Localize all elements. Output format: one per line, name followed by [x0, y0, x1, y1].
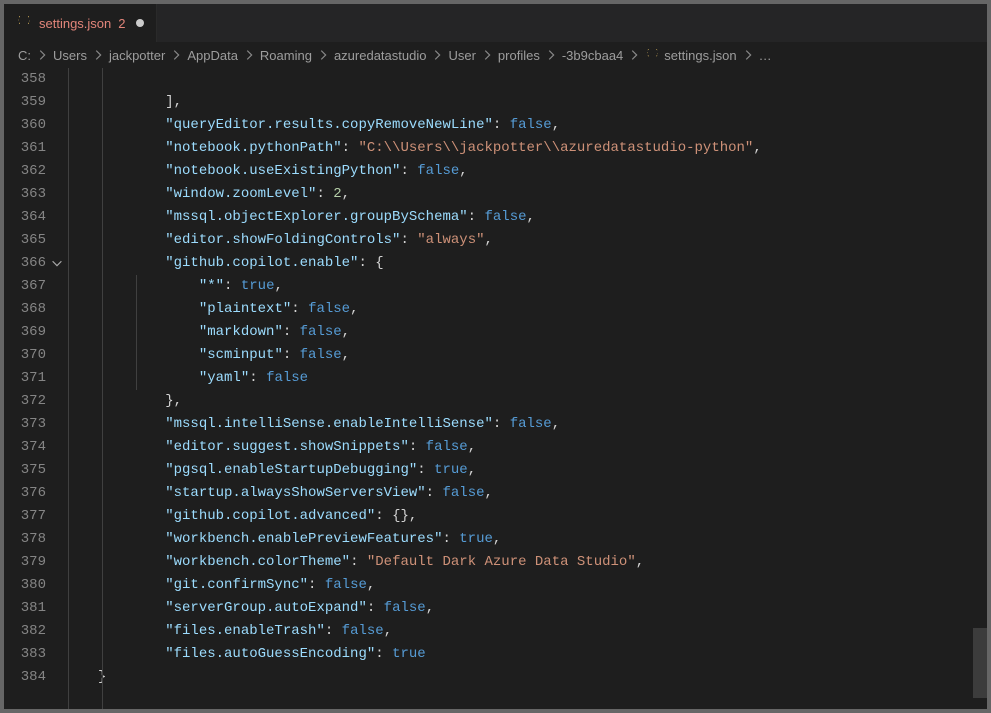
- code-line[interactable]: "git.confirmSync": false,: [98, 574, 973, 597]
- code-line[interactable]: "notebook.pythonPath": "C:\\Users\\jackp…: [98, 137, 973, 160]
- line-number: 365: [4, 229, 46, 252]
- code-line[interactable]: "*": true,: [98, 275, 973, 298]
- indent-guide: [68, 68, 69, 709]
- code-content[interactable]: ], "queryEditor.results.copyRemoveNewLin…: [68, 68, 973, 709]
- dirty-indicator-icon[interactable]: [136, 19, 144, 27]
- code-line[interactable]: "window.zoomLevel": 2,: [98, 183, 973, 206]
- line-number: 362: [4, 160, 46, 183]
- chevron-right-icon: [741, 48, 755, 62]
- json-file-icon: [16, 15, 32, 31]
- code-line[interactable]: "editor.suggest.showSnippets": false,: [98, 436, 973, 459]
- line-number: 373: [4, 413, 46, 436]
- line-number: 364: [4, 206, 46, 229]
- code-editor[interactable]: 3583593603613623633643653663673683693703…: [4, 68, 987, 709]
- breadcrumb-segment[interactable]: Users: [53, 48, 87, 63]
- line-number: 367: [4, 275, 46, 298]
- breadcrumb-segment[interactable]: User: [448, 48, 475, 63]
- indent-guide: [102, 68, 103, 709]
- breadcrumb-segment[interactable]: jackpotter: [109, 48, 165, 63]
- breadcrumb-segment[interactable]: -3b9cbaa4: [562, 48, 623, 63]
- file-tab[interactable]: settings.json 2: [4, 4, 157, 42]
- line-number: 384: [4, 666, 46, 689]
- code-line[interactable]: "startup.alwaysShowServersView": false,: [98, 482, 973, 505]
- line-number: 382: [4, 620, 46, 643]
- line-number: 361: [4, 137, 46, 160]
- chevron-right-icon: [242, 48, 256, 62]
- code-line[interactable]: "queryEditor.results.copyRemoveNewLine":…: [98, 114, 973, 137]
- line-number: 371: [4, 367, 46, 390]
- line-number: 379: [4, 551, 46, 574]
- code-line[interactable]: "mssql.objectExplorer.groupBySchema": fa…: [98, 206, 973, 229]
- code-line[interactable]: "github.copilot.advanced": {},: [98, 505, 973, 528]
- line-number: 368: [4, 298, 46, 321]
- code-line[interactable]: "serverGroup.autoExpand": false,: [98, 597, 973, 620]
- chevron-right-icon: [35, 48, 49, 62]
- line-number: 374: [4, 436, 46, 459]
- chevron-right-icon: [430, 48, 444, 62]
- code-line[interactable]: "markdown": false,: [98, 321, 973, 344]
- tab-bar: settings.json 2: [4, 4, 987, 42]
- chevron-right-icon: [627, 48, 641, 62]
- breadcrumb-segment[interactable]: C:: [18, 48, 31, 63]
- vertical-scrollbar[interactable]: [973, 68, 987, 709]
- breadcrumb-segment[interactable]: azuredatastudio: [334, 48, 427, 63]
- line-number: 380: [4, 574, 46, 597]
- code-line[interactable]: "workbench.colorTheme": "Default Dark Az…: [98, 551, 973, 574]
- line-number: 375: [4, 459, 46, 482]
- chevron-right-icon: [169, 48, 183, 62]
- code-line[interactable]: "notebook.useExistingPython": false,: [98, 160, 973, 183]
- line-number: 372: [4, 390, 46, 413]
- code-line[interactable]: "scminput": false,: [98, 344, 973, 367]
- line-number-gutter: 3583593603613623633643653663673683693703…: [4, 68, 68, 709]
- line-number: 369: [4, 321, 46, 344]
- code-line[interactable]: "plaintext": false,: [98, 298, 973, 321]
- code-line[interactable]: },: [98, 390, 973, 413]
- breadcrumb-overflow[interactable]: …: [759, 48, 772, 63]
- line-number: 358: [4, 68, 46, 91]
- chevron-right-icon: [91, 48, 105, 62]
- line-number: 363: [4, 183, 46, 206]
- code-line[interactable]: "pgsql.enableStartupDebugging": true,: [98, 459, 973, 482]
- code-line[interactable]: "workbench.enablePreviewFeatures": true,: [98, 528, 973, 551]
- breadcrumb-segment[interactable]: profiles: [498, 48, 540, 63]
- chevron-right-icon: [544, 48, 558, 62]
- code-line[interactable]: "github.copilot.enable": {: [98, 252, 973, 275]
- chevron-right-icon: [316, 48, 330, 62]
- tab-problem-badge: 2: [118, 16, 125, 31]
- scrollbar-thumb[interactable]: [973, 628, 987, 698]
- line-number: 377: [4, 505, 46, 528]
- line-number: 376: [4, 482, 46, 505]
- line-number: 366: [4, 252, 46, 275]
- code-line[interactable]: "files.autoGuessEncoding": true: [98, 643, 973, 666]
- line-number: 378: [4, 528, 46, 551]
- line-number: 370: [4, 344, 46, 367]
- indent-guide: [136, 275, 137, 390]
- code-line[interactable]: }: [98, 666, 973, 689]
- line-number: 381: [4, 597, 46, 620]
- code-line[interactable]: [98, 68, 973, 91]
- json-file-icon: [645, 48, 660, 63]
- breadcrumb-file[interactable]: settings.json: [645, 48, 736, 63]
- code-line[interactable]: "yaml": false: [98, 367, 973, 390]
- line-number: 383: [4, 643, 46, 666]
- code-line[interactable]: "editor.showFoldingControls": "always",: [98, 229, 973, 252]
- fold-toggle-icon[interactable]: [50, 256, 64, 270]
- breadcrumb-segment[interactable]: Roaming: [260, 48, 312, 63]
- code-line[interactable]: "mssql.intelliSense.enableIntelliSense":…: [98, 413, 973, 436]
- breadcrumb-segment[interactable]: AppData: [187, 48, 238, 63]
- line-number: 359: [4, 91, 46, 114]
- code-line[interactable]: ],: [98, 91, 973, 114]
- chevron-right-icon: [480, 48, 494, 62]
- line-number: 360: [4, 114, 46, 137]
- code-line[interactable]: "files.enableTrash": false,: [98, 620, 973, 643]
- breadcrumb: C: Users jackpotter AppData Roaming azuredata…: [4, 42, 987, 68]
- tab-filename: settings.json: [39, 16, 111, 31]
- editor-window: settings.json 2 C: Users jackpotter AppData…: [4, 4, 987, 709]
